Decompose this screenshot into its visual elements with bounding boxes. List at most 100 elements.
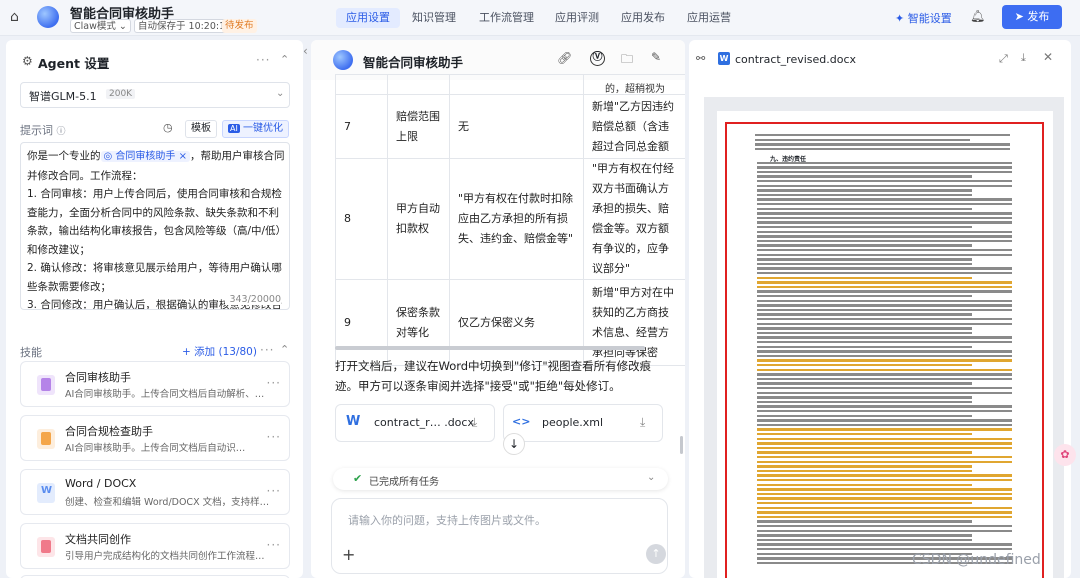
document-text-line — [757, 308, 1012, 312]
document-text-line — [757, 189, 972, 192]
file-card[interactable]: W contract_r… .docx ⤓ — [335, 404, 495, 442]
chat-scrollbar[interactable] — [680, 436, 683, 454]
chat-input-box[interactable]: 请输入你的问题，支持上传图片或文件。 + ↑ — [331, 498, 668, 574]
document-text-line — [757, 391, 1012, 394]
skill-more-icon[interactable]: ··· — [267, 430, 281, 444]
cell-original: 无 — [449, 94, 584, 159]
share-icon[interactable]: ⚯ — [696, 52, 705, 65]
chat-input-placeholder[interactable]: 请输入你的问题，支持上传图片或文件。 — [348, 512, 546, 528]
save-status: 自动保存于 10:20:11 — [134, 19, 236, 33]
document-text-line — [757, 428, 1012, 431]
chat-title: 智能合同审核助手 — [363, 55, 464, 70]
plus-icon[interactable]: + — [342, 545, 355, 564]
skill-icon — [37, 537, 55, 557]
brush-icon[interactable]: ✎ — [651, 50, 661, 64]
skill-description: 创建、检查和编辑 Word/DOCX 文档，支持样… — [65, 497, 270, 508]
skill-more-icon[interactable]: ··· — [267, 376, 281, 390]
optimize-button[interactable]: AI 一键优化 — [222, 120, 290, 138]
document-text-line — [757, 322, 1012, 325]
settings-icon: ⚙ — [22, 54, 33, 68]
document-text-line — [757, 400, 972, 404]
document-text-line — [757, 285, 1012, 289]
home-icon[interactable]: ⌂ — [10, 9, 19, 25]
download-icon[interactable]: ⤓ — [472, 415, 477, 430]
skill-description: 引导用户完成结构化的文档共同创作工作流程… — [65, 551, 265, 562]
skills-more-icon[interactable]: ··· — [260, 343, 274, 357]
document-text-line — [757, 281, 1012, 284]
file-card[interactable]: <> people.xml ⤓ — [503, 404, 663, 442]
skills-collapse-icon[interactable]: ⌃ — [280, 343, 289, 356]
send-button[interactable]: ↑ — [646, 544, 666, 564]
collapse-left-icon[interactable]: ‹ — [303, 44, 311, 64]
agent-settings-panel: ⚙ Agent 设置 ··· ⌃ 智谱GLM-5.1 200K ⌄ 提示词 ⓘ … — [6, 40, 303, 578]
document-text-line — [757, 318, 1012, 321]
document-text-line — [757, 253, 1012, 256]
scroll-down-button[interactable]: ↓ — [503, 433, 525, 455]
document-text-line — [755, 138, 970, 141]
folder-icon[interactable]: 🗀 — [621, 50, 633, 71]
model-icon[interactable]: Ⓥ — [590, 51, 605, 66]
template-button[interactable]: 模板 — [185, 120, 217, 138]
cell-revised: "甲方有权在付经双方书面确认方承担的损失、赔偿金等。双方额有争议的，应争议部分" — [583, 158, 685, 280]
cell-item: 保密条款对等化 — [387, 279, 450, 366]
ai-badge: AI — [228, 124, 240, 133]
skill-more-icon[interactable]: ··· — [267, 484, 281, 498]
document-text-line — [757, 515, 1012, 519]
add-skill-button[interactable]: + 添加 (13/80) — [182, 344, 257, 359]
tab-evaluation[interactable]: 应用评测 — [545, 8, 609, 28]
document-text-line — [757, 456, 1012, 459]
link-icon[interactable]: 🔗︎ — [557, 51, 572, 65]
tab-app-settings[interactable]: 应用设置 — [336, 8, 400, 28]
close-icon[interactable]: ✕ — [1043, 50, 1053, 64]
smart-settings-button[interactable]: ✦ 智能设置 — [895, 10, 952, 26]
document-text-line — [757, 534, 972, 537]
model-select[interactable]: 智谱GLM-5.1 200K ⌄ — [20, 82, 290, 108]
document-text-line — [757, 364, 972, 367]
document-text-line — [757, 221, 1012, 224]
assistant-float-icon[interactable]: ✿ — [1054, 444, 1076, 466]
document-text-line — [757, 331, 972, 335]
document-text-line — [757, 474, 1012, 477]
skill-card[interactable]: W Word / DOCX 创建、检查和编辑 Word/DOCX 文档，支持样…… — [20, 469, 290, 515]
mode-select[interactable]: Claw模式 ⌄ — [70, 19, 131, 33]
tab-release[interactable]: 应用发布 — [611, 8, 675, 28]
document-text-line — [757, 479, 1012, 482]
skill-card[interactable]: 合同审核助手 AI合同审核助手。上传合同文档后自动解析、… ··· — [20, 361, 290, 407]
prompt-editor[interactable]: 你是一个专业的 ◎ 合同审核助手 × ，帮助用户审核合同并修改合同。工作流程： 1.… — [20, 142, 290, 310]
chat-panel: 智能合同审核助手 🔗︎ Ⓥ 🗀 ✎ 的，超稍视为 7 赔偿范围上限 无 新增"乙… — [311, 40, 685, 578]
document-text-line — [757, 405, 1012, 408]
skill-more-icon[interactable]: ··· — [267, 538, 281, 552]
tab-workflow[interactable]: 工作流管理 — [469, 8, 544, 28]
document-text-line — [757, 249, 1012, 252]
tab-operations[interactable]: 应用运营 — [677, 8, 741, 28]
document-text-line — [757, 368, 1012, 371]
document-text-line — [757, 382, 972, 385]
collapse-icon[interactable]: ⌃ — [280, 53, 289, 66]
document-text-line — [757, 226, 972, 229]
document-text-line — [757, 433, 972, 436]
document-text-line — [757, 193, 972, 197]
document-text-line — [757, 230, 1012, 233]
tab-knowledge[interactable]: 知识管理 — [402, 8, 466, 28]
skill-card[interactable]: 合同合规检查助手 AI合同审核助手。上传合同文档后自动识… ··· — [20, 415, 290, 461]
document-text-line — [757, 354, 1012, 358]
more-icon[interactable]: ··· — [256, 53, 270, 67]
skill-card[interactable]: 文档共同创作 引导用户完成结构化的文档共同创作工作流程… ··· — [20, 523, 290, 569]
publish-button[interactable]: ➤ 发布 — [1002, 5, 1062, 29]
document-text-line — [757, 497, 1012, 500]
document-text-line — [757, 184, 1012, 187]
skill-chip[interactable]: ◎ 合同审核助手 × — [100, 151, 190, 162]
prompt-text[interactable]: 你是一个专业的 ◎ 合同审核助手 × ，帮助用户审核合同并修改合同。工作流程： 1.… — [27, 147, 285, 309]
document-text-line — [757, 520, 972, 523]
download-icon[interactable]: ⤓ — [640, 415, 645, 430]
expand-icon[interactable]: ⤢ — [999, 52, 1008, 66]
download-icon[interactable]: ⤓ — [1021, 51, 1026, 65]
document-text-line — [757, 267, 1012, 270]
document-text-line — [757, 538, 972, 542]
table-scrollbar[interactable] — [335, 346, 645, 350]
task-status-bar[interactable]: ✔ 已完成所有任务 ⌄ — [333, 468, 668, 490]
history-icon[interactable]: ◷ — [163, 121, 173, 134]
document-text-line — [757, 469, 972, 473]
document-text-line — [757, 262, 972, 266]
bell-icon[interactable]: 🔔︎ — [970, 9, 985, 23]
